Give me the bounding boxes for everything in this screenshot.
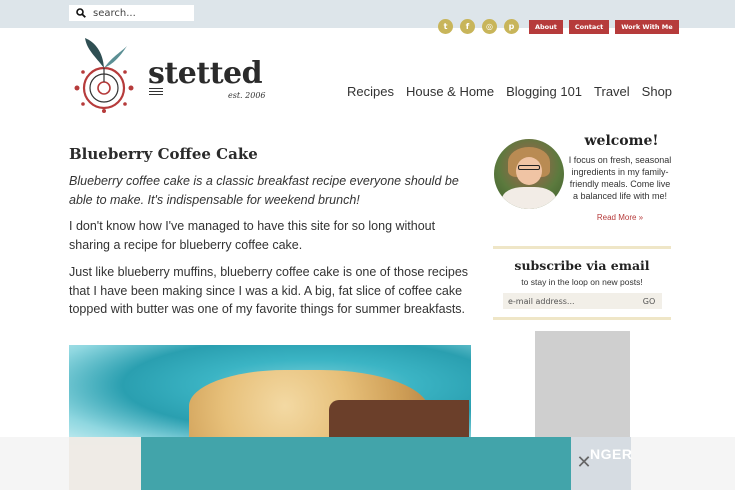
work-with-me-link[interactable]: Work With Me <box>615 20 679 34</box>
read-more-link[interactable]: Read More » <box>570 213 670 222</box>
post-paragraph: I don't know how I've managed to have th… <box>69 219 436 252</box>
post-paragraph: Just like blueberry muffins, blueberry c… <box>69 265 469 316</box>
nav-shop[interactable]: Shop <box>642 84 672 99</box>
about-link[interactable]: About <box>529 20 563 34</box>
facebook-icon[interactable]: f <box>460 19 475 34</box>
subscribe-text: to stay in the loop on new posts! <box>521 277 643 287</box>
search-icon[interactable] <box>73 6 89 20</box>
main-nav: Recipes House & Home Blogging 101 Travel… <box>347 84 672 99</box>
brand-lines <box>149 88 163 97</box>
post-intro: Blueberry coffee cake is a classic break… <box>69 174 459 207</box>
avatar <box>494 139 564 209</box>
top-links: About Contact Work With Me <box>529 20 679 34</box>
nav-travel[interactable]: Travel <box>594 84 630 99</box>
welcome-text: I focus on fresh, seasonal ingredients i… <box>568 155 672 201</box>
ad-text: NGER <box>590 446 633 462</box>
twitter-icon[interactable]: t <box>438 19 453 34</box>
search-input[interactable] <box>93 7 193 19</box>
divider <box>493 317 671 320</box>
brand-tagline: est. 2006 <box>228 91 266 100</box>
email-field[interactable] <box>503 293 639 309</box>
ad-bar-left <box>69 437 141 490</box>
go-button[interactable]: GO <box>636 293 662 309</box>
bottom-ad-banner[interactable] <box>141 437 571 490</box>
nav-blogging-101[interactable]: Blogging 101 <box>506 84 582 99</box>
sidebar-ad[interactable] <box>535 331 630 441</box>
subscribe-title: subscribe via email <box>514 258 650 273</box>
search-box[interactable] <box>69 5 194 21</box>
instagram-icon[interactable]: ◎ <box>482 19 497 34</box>
logo-icon[interactable] <box>69 36 139 114</box>
pinterest-icon[interactable]: p <box>504 19 519 34</box>
coffee-cake-photo <box>69 345 471 445</box>
brand-name[interactable]: stetted <box>148 56 263 91</box>
post-title: Blueberry Coffee Cake <box>69 145 258 163</box>
nav-recipes[interactable]: Recipes <box>347 84 394 99</box>
welcome-title: welcome! <box>584 133 659 149</box>
close-icon[interactable]: ✕ <box>576 454 592 472</box>
social-links: t f ◎ p <box>438 19 519 34</box>
divider <box>493 246 671 249</box>
nav-house-home[interactable]: House & Home <box>406 84 494 99</box>
contact-link[interactable]: Contact <box>568 20 610 34</box>
